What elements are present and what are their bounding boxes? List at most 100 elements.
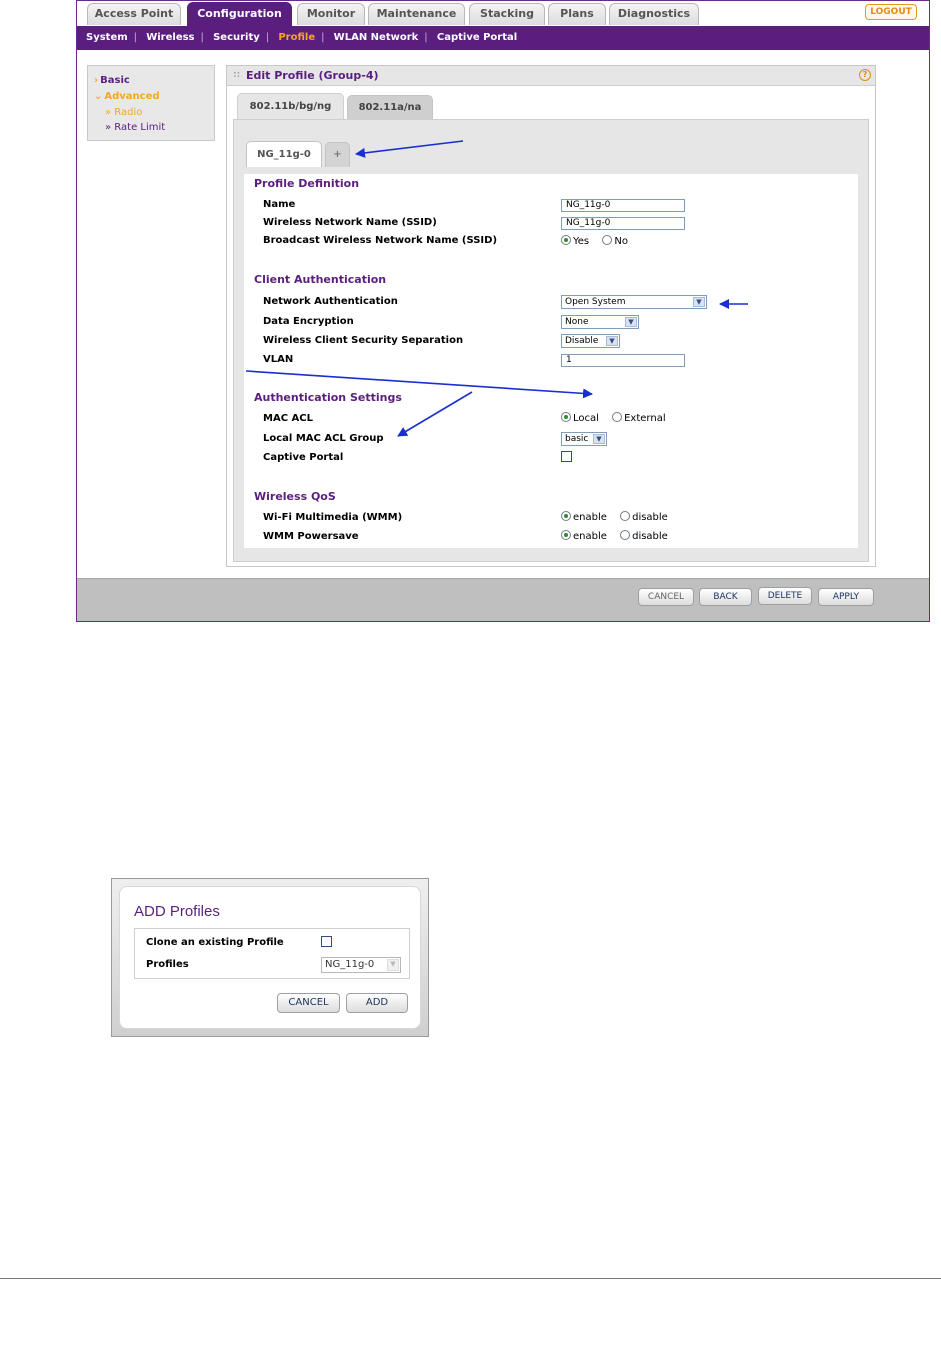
network-auth-label: Network Authentication	[263, 296, 398, 307]
name-input[interactable]: NG_11g-0	[561, 199, 685, 212]
wmm-enable-label: enable	[573, 512, 607, 523]
broadcast-yes-radio[interactable]	[561, 235, 571, 245]
wmm-enable-radio[interactable]	[561, 511, 571, 521]
mac-acl-group-label: Local MAC ACL Group	[263, 433, 384, 444]
dialog-form: Clone an existing Profile Profiles NG_11…	[134, 928, 410, 979]
subnav-security[interactable]: Security	[213, 32, 260, 43]
menu-advanced-label: Advanced	[104, 91, 160, 102]
grip-icon: ::	[233, 70, 241, 80]
left-menu: › Basic ⌄ Advanced » Radio » Rate Limit	[87, 65, 215, 141]
footer-bar: CANCEL BACK DELETE APPLY	[77, 578, 929, 621]
wmm-disable-radio[interactable]	[620, 511, 631, 521]
powersave-enable-radio[interactable]	[561, 530, 571, 540]
vlan-label: VLAN	[263, 354, 294, 365]
tab-access-point[interactable]: Access Point	[87, 3, 181, 25]
tab-profile-ng11g0[interactable]: NG_11g-0	[246, 141, 322, 167]
edit-profile-panel: :: Edit Profile (Group-4) ? 802.11b/bg/n…	[226, 65, 876, 567]
help-icon[interactable]: ?	[859, 69, 871, 81]
wmm-radio-group: enable disable	[561, 511, 678, 523]
add-profiles-dialog: ADD Profiles Clone an existing Profile P…	[111, 878, 429, 1037]
broadcast-no-label: No	[614, 236, 628, 247]
separator: |	[200, 32, 204, 43]
data-encryption-label: Data Encryption	[263, 316, 354, 327]
subnav-wlan-network[interactable]: WLAN Network	[334, 32, 419, 43]
cancel-button[interactable]: CANCEL	[638, 588, 694, 606]
network-auth-select[interactable]: Open System ▼	[561, 295, 707, 309]
ssid-label: Wireless Network Name (SSID)	[263, 217, 437, 228]
chevron-down-icon: ▼	[625, 317, 637, 327]
profiles-value: NG_11g-0	[325, 959, 375, 970]
broadcast-no-radio[interactable]	[602, 235, 613, 245]
powersave-disable-label: disable	[632, 531, 668, 542]
app-window: Access Point Configuration Monitor Maint…	[76, 0, 930, 622]
tab-band-bgn[interactable]: 802.11b/bg/ng	[237, 93, 344, 120]
menu-basic-label: Basic	[100, 75, 130, 86]
wmm-powersave-label: WMM Powersave	[263, 531, 359, 542]
menu-advanced[interactable]: ⌄ Advanced	[94, 88, 208, 105]
subnav-system[interactable]: System	[86, 32, 128, 43]
wmm-disable-label: disable	[632, 512, 668, 523]
mac-acl-radio-group: Local External	[561, 412, 676, 424]
menu-basic[interactable]: › Basic	[94, 72, 208, 89]
broadcast-radio-group: Yes No	[561, 235, 638, 247]
powersave-disable-radio[interactable]	[620, 530, 631, 540]
captive-portal-checkbox[interactable]	[561, 451, 572, 462]
section-profile-definition: Profile Definition	[254, 177, 360, 190]
menu-radio[interactable]: » Radio	[94, 105, 208, 120]
wmm-powersave-radio-group: enable disable	[561, 530, 678, 542]
network-auth-value: Open System	[565, 297, 626, 307]
chevron-down-icon: ▼	[387, 959, 399, 971]
vlan-input[interactable]: 1	[561, 354, 685, 367]
band-content: NG_11g-0 + Profile Definition Name NG_11…	[233, 119, 869, 562]
panel-header: :: Edit Profile (Group-4) ?	[227, 66, 875, 86]
section-wireless-qos: Wireless QoS	[254, 490, 336, 503]
apply-button[interactable]: APPLY	[818, 588, 874, 606]
profiles-select[interactable]: NG_11g-0 ▼	[321, 957, 401, 973]
powersave-enable-label: enable	[573, 531, 607, 542]
section-auth-settings: Authentication Settings	[254, 391, 402, 404]
tab-plans[interactable]: Plans	[548, 3, 606, 25]
page-divider	[0, 1278, 941, 1279]
separator: |	[133, 32, 138, 43]
subnav-profile[interactable]: Profile	[278, 32, 315, 43]
tab-configuration[interactable]: Configuration	[187, 2, 292, 26]
tab-monitor[interactable]: Monitor	[297, 3, 365, 25]
section-client-auth: Client Authentication	[254, 273, 387, 286]
broadcast-ssid-label: Broadcast Wireless Network Name (SSID)	[263, 235, 498, 246]
menu-rate-limit[interactable]: » Rate Limit	[94, 120, 208, 135]
mac-acl-external-radio[interactable]	[612, 412, 623, 422]
broadcast-yes-label: Yes	[573, 236, 590, 247]
captive-portal-checkbox-wrap	[561, 451, 572, 465]
client-separation-select[interactable]: Disable ▼	[561, 334, 620, 348]
tab-stacking[interactable]: Stacking	[469, 3, 545, 25]
mac-acl-group-select[interactable]: basic ▼	[561, 432, 607, 446]
clone-profile-checkbox[interactable]	[321, 936, 332, 947]
chevron-down-icon: ▼	[693, 297, 705, 307]
logout-button[interactable]: LOGOUT	[865, 4, 917, 20]
profiles-label: Profiles	[146, 959, 189, 970]
tab-band-ana[interactable]: 802.11a/na	[347, 95, 433, 120]
ssid-input[interactable]: NG_11g-0	[561, 217, 685, 230]
tab-diagnostics[interactable]: Diagnostics	[609, 3, 699, 25]
separator: |	[424, 32, 428, 43]
mac-acl-local-label: Local	[573, 413, 599, 424]
back-button[interactable]: BACK	[699, 588, 752, 606]
add-profile-tab[interactable]: +	[325, 142, 350, 167]
data-encryption-select[interactable]: None ▼	[561, 315, 639, 329]
chevron-right-icon: ›	[94, 75, 99, 86]
mac-acl-local-radio[interactable]	[561, 412, 571, 422]
subnav-wireless[interactable]: Wireless	[146, 32, 194, 43]
dialog-cancel-button[interactable]: CANCEL	[277, 993, 340, 1013]
separator: |	[321, 32, 325, 43]
mac-acl-group-value: basic	[565, 434, 589, 444]
chevron-down-icon: ⌄	[94, 91, 103, 102]
dialog-add-button[interactable]: ADD	[346, 993, 408, 1013]
top-nav: Access Point Configuration Monitor Maint…	[77, 1, 929, 26]
client-separation-value: Disable	[565, 336, 599, 346]
dialog-body: ADD Profiles Clone an existing Profile P…	[119, 886, 421, 1029]
tab-maintenance[interactable]: Maintenance	[368, 3, 465, 25]
mac-acl-external-label: External	[624, 413, 666, 424]
delete-button[interactable]: DELETE	[758, 587, 812, 605]
client-separation-label: Wireless Client Security Separation	[263, 335, 464, 346]
subnav-captive-portal[interactable]: Captive Portal	[437, 32, 517, 43]
